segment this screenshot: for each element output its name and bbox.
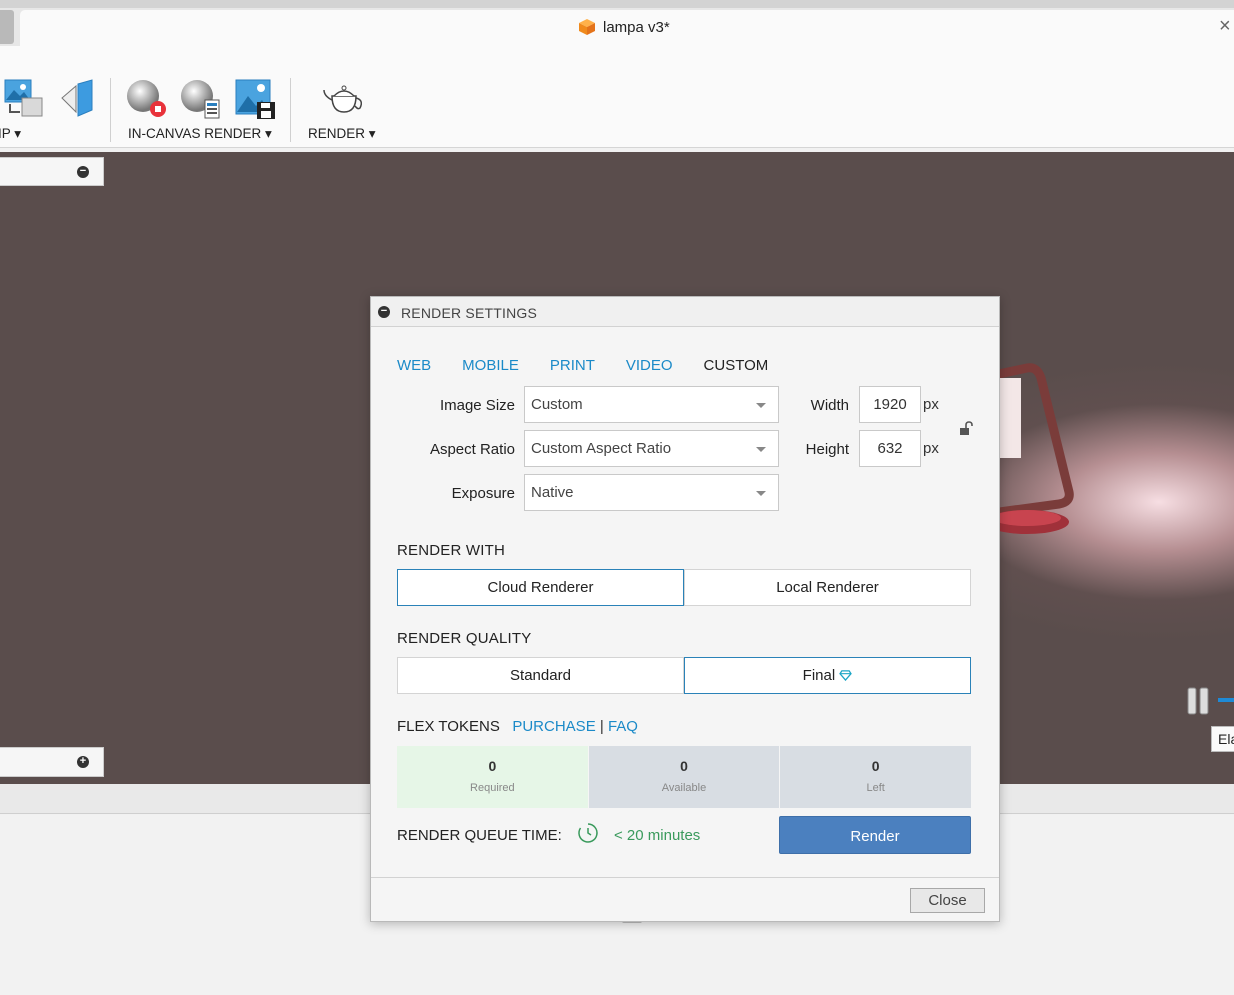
dialog-title: RENDER SETTINGS (401, 305, 538, 321)
expand-panel-icon[interactable]: + (77, 756, 89, 768)
render-quality-label: RENDER QUALITY (397, 630, 532, 647)
render-with-label: RENDER WITH (397, 542, 506, 559)
render-queue-time-value: < 20 minutes (614, 827, 701, 844)
setup-dropdown[interactable]: IP ▾ (0, 126, 21, 142)
progress-indicator (1218, 698, 1234, 702)
pause-icon[interactable] (1186, 686, 1212, 716)
height-input[interactable]: 632 (859, 430, 921, 467)
document-title: lampa v3* (578, 18, 670, 36)
width-input[interactable]: 1920 (859, 386, 921, 423)
exposure-value: Native (531, 484, 574, 501)
tokens-available-cell: 0 Available (588, 746, 780, 808)
collapse-dialog-icon[interactable]: − (378, 306, 390, 318)
tokens-required-value: 0 (488, 758, 497, 774)
render-quality-toggle: Standard Final (397, 657, 971, 694)
in-canvas-render-settings-icon[interactable] (179, 78, 223, 120)
cloud-renderer-option[interactable]: Cloud Renderer (397, 569, 684, 606)
width-label: Width (810, 397, 849, 414)
aspect-ratio-value: Custom Aspect Ratio (531, 440, 672, 457)
tab-custom[interactable]: CUSTOM (704, 357, 769, 374)
previous-tab-stub[interactable] (0, 10, 14, 44)
height-label: Height (805, 441, 849, 458)
tokens-available-caption: Available (661, 782, 707, 794)
clock-icon (578, 823, 598, 843)
purchase-link[interactable]: PURCHASE (512, 718, 595, 735)
toolbar-separator (110, 78, 111, 142)
tokens-left-cell: 0 Left (780, 746, 972, 808)
render-teapot-icon[interactable] (322, 82, 366, 116)
tokens-left-caption: Left (866, 782, 885, 794)
tab-video[interactable]: VIDEO (626, 357, 673, 374)
environment-icon[interactable] (58, 78, 96, 120)
image-size-value: Custom (531, 396, 583, 413)
tokens-required-caption: Required (470, 782, 515, 794)
faq-link[interactable]: FAQ (608, 718, 638, 735)
render-queue-time-label: RENDER QUEUE TIME: (397, 827, 562, 844)
width-unit: px (923, 396, 939, 413)
flex-tokens-header: FLEX TOKENS PURCHASE | FAQ (397, 718, 638, 735)
exposure-label: Exposure (451, 485, 515, 502)
local-renderer-option[interactable]: Local Renderer (684, 569, 971, 606)
token-summary: 0 Required 0 Available 0 Left (397, 746, 972, 808)
link-separator: | (599, 718, 604, 735)
close-document-icon[interactable]: × (1219, 16, 1231, 36)
design-cube-icon (579, 19, 595, 35)
render-button[interactable]: Render (779, 816, 971, 854)
scene-settings-icon[interactable] (4, 78, 46, 120)
unlock-icon[interactable] (958, 421, 974, 437)
final-quality-label: Final (802, 667, 836, 684)
chevron-down-icon (756, 491, 766, 496)
height-unit: px (923, 440, 939, 457)
render-dropdown[interactable]: RENDER ▾ (308, 126, 376, 142)
aspect-ratio-label: Aspect Ratio (429, 441, 515, 458)
diamond-icon (839, 670, 853, 682)
tokens-required-cell: 0 Required (397, 746, 588, 808)
standard-quality-option[interactable]: Standard (397, 657, 684, 694)
in-canvas-render-icon[interactable] (125, 78, 169, 120)
tab-web[interactable]: WEB (397, 357, 431, 374)
elapsed-label: Ela (1211, 726, 1234, 752)
image-size-label: Image Size (439, 397, 515, 414)
ribbon-toolbar: IP ▾ IN-CANVAS RENDER ▾ RENDER ▾ (0, 46, 1234, 148)
exposure-select[interactable]: Native (524, 474, 779, 511)
dialog-header[interactable]: − RENDER SETTINGS (371, 297, 999, 327)
window-top-strip (0, 0, 1234, 8)
tokens-left-value: 0 (871, 758, 880, 774)
render-with-toggle: Cloud Renderer Local Renderer (397, 569, 971, 606)
tokens-available-value: 0 (680, 758, 688, 774)
dialog-footer: Close (371, 877, 999, 921)
document-title-text: lampa v3* (603, 18, 670, 36)
collapse-panel-icon[interactable]: − (77, 166, 89, 178)
browser-panel[interactable]: − (0, 157, 104, 186)
toolbar-separator (290, 78, 291, 142)
close-button[interactable]: Close (910, 888, 985, 913)
render-settings-dialog: − RENDER SETTINGS WEB MOBILE PRINT VIDEO… (370, 296, 1000, 922)
flex-tokens-label: FLEX TOKENS (397, 718, 500, 735)
capture-image-icon[interactable] (234, 78, 278, 120)
tab-mobile[interactable]: MOBILE (462, 357, 519, 374)
comments-panel[interactable]: + (0, 747, 104, 777)
preset-tabs: WEB MOBILE PRINT VIDEO CUSTOM (397, 357, 799, 374)
final-quality-option[interactable]: Final (684, 657, 971, 694)
tab-print[interactable]: PRINT (550, 357, 595, 374)
in-canvas-render-dropdown[interactable]: IN-CANVAS RENDER ▾ (128, 126, 272, 142)
